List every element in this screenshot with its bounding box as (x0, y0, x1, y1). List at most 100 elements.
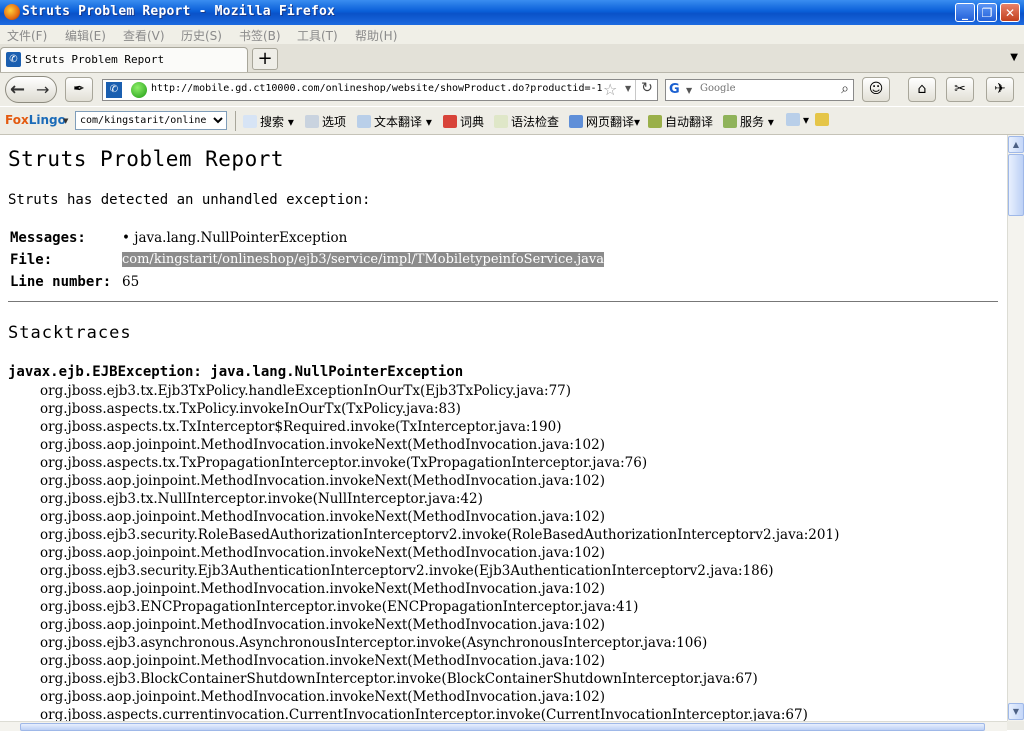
intro-text: Struts has detected an unhandled excepti… (8, 192, 371, 208)
foxlingo-key[interactable] (815, 113, 832, 127)
menu-edit[interactable]: 编辑(E) (65, 27, 106, 44)
key-icon (815, 113, 829, 126)
url-history-dropdown-icon[interactable]: ▼ (625, 84, 631, 93)
minimize-button[interactable]: _ (955, 3, 975, 22)
page-content: Struts Problem Report Struts has detecte… (0, 135, 1007, 721)
url-bar[interactable]: ✆ http://mobile.gd.ct10000.com/onlinesho… (102, 79, 658, 101)
bookmark-star-icon[interactable]: ☆ (603, 80, 617, 99)
stack-trace-line: org.jboss.aop.joinpoint.MethodInvocation… (40, 617, 605, 633)
scroll-up-icon[interactable]: ▲ (1008, 136, 1024, 153)
close-button[interactable]: ✕ (1000, 3, 1020, 22)
new-tab-button[interactable]: + (252, 48, 278, 70)
services-icon (723, 115, 737, 128)
stack-trace-line: org.jboss.ejb3.security.RoleBasedAuthori… (40, 527, 840, 543)
foxlingo-options[interactable]: 选项 (305, 113, 346, 130)
stack-trace-line: org.jboss.aspects.tx.TxPolicy.invokeInOu… (40, 401, 461, 417)
reload-icon[interactable]: ↻ (635, 80, 658, 100)
restore-button[interactable]: ❐ (977, 3, 997, 22)
foxlingo-dictionary[interactable]: 词典 (443, 113, 484, 130)
stack-trace-line: org.jboss.ejb3.ENCPropagationInterceptor… (40, 599, 639, 615)
dictionary-icon (443, 115, 457, 128)
foxlingo-text-translate[interactable]: 文本翻译 ▾ (357, 113, 432, 130)
navigation-bar: ← → ✒ ✆ http://mobile.gd.ct10000.com/onl… (0, 73, 1024, 106)
home-icon: ⌂ (917, 81, 927, 97)
tab-struts-problem-report[interactable]: ✆ Struts Problem Report (0, 47, 248, 72)
foxlingo-dropdown-icon[interactable]: ▼ (63, 117, 68, 125)
stack-trace-line: org.jboss.aspects.currentinvocation.Curr… (40, 707, 808, 721)
line-number-value: 65 (122, 274, 140, 290)
smiley-icon: ☺ (868, 81, 884, 97)
foxlingo-grammar-check[interactable]: 语法检查 (494, 113, 559, 130)
go-arrow-icon[interactable] (131, 82, 147, 98)
menu-tools[interactable]: 工具(T) (297, 27, 338, 44)
stack-trace-list: org.jboss.ejb3.tx.Ejb3TxPolicy.handleExc… (40, 382, 839, 721)
stack-trace-line: org.jboss.aop.joinpoint.MethodInvocation… (40, 509, 605, 525)
exception-line: javax.ejb.EJBException: java.lang.NullPo… (8, 364, 464, 380)
site-identity-icon[interactable]: ✆ (106, 82, 122, 98)
menu-file[interactable]: 文件(F) (7, 27, 47, 44)
vertical-scrollbar[interactable]: ▲ ▼ (1007, 135, 1024, 721)
google-icon[interactable]: G (669, 82, 680, 97)
home-button[interactable]: ⌂ (908, 77, 936, 102)
forward-arrow-icon[interactable]: → (36, 80, 49, 99)
search-icon[interactable]: ⌕ (841, 81, 849, 97)
tab-strip: ✆ Struts Problem Report + ▼ (0, 44, 1024, 73)
foxlingo-auto-translate[interactable]: 自动翻译 (648, 113, 713, 130)
back-forward-group: ← → (5, 76, 57, 103)
options-icon (305, 115, 319, 128)
stack-trace-line: org.jboss.ejb3.asynchronous.Asynchronous… (40, 635, 708, 651)
tab-label: Struts Problem Report (25, 53, 165, 66)
bird-addon-button[interactable]: ✈ (986, 77, 1014, 102)
foxlingo-translate-tool[interactable]: ▾ (786, 113, 809, 127)
stack-trace-line: org.jboss.ejb3.tx.NullInterceptor.invoke… (40, 491, 483, 507)
search-input[interactable] (698, 82, 832, 95)
scroll-down-icon[interactable]: ▼ (1008, 703, 1024, 720)
messages-value: • java.lang.NullPointerException (122, 230, 348, 246)
search-icon (243, 115, 257, 128)
stack-trace-line: org.jboss.aop.joinpoint.MethodInvocation… (40, 581, 605, 597)
addon-button[interactable]: ✒ (65, 77, 93, 102)
foxlingo-search[interactable]: 搜索 ▾ (243, 113, 294, 130)
scrollbar-corner (1007, 721, 1024, 730)
menu-view[interactable]: 查看(V) (123, 27, 165, 44)
feather-icon: ✒ (73, 81, 85, 97)
stack-trace-line: org.jboss.aop.joinpoint.MethodInvocation… (40, 653, 605, 669)
menu-help[interactable]: 帮助(H) (355, 27, 397, 44)
text-icon (357, 115, 371, 128)
foxlingo-toolbar: FoxLingo ▼ com/kingstarit/online 搜索 ▾ 选项… (0, 107, 1024, 135)
foxlingo-page-translate[interactable]: 网页翻译▾ (569, 113, 640, 130)
stacktraces-heading: Stacktraces (8, 323, 132, 343)
menu-history[interactable]: 历史(S) (181, 27, 222, 44)
file-value: com/kingstarit/onlineshop/ejb3/service/i… (122, 252, 604, 267)
toolbar-divider (235, 111, 236, 131)
menu-bookmarks[interactable]: 书签(B) (239, 27, 281, 44)
translate-tool-icon (786, 113, 800, 126)
scroll-thumb[interactable] (1008, 154, 1024, 216)
page-translate-icon (569, 115, 583, 128)
stack-trace-line: org.jboss.ejb3.security.Ejb3Authenticati… (40, 563, 774, 579)
foxlingo-logo[interactable]: FoxLingo (5, 113, 66, 127)
window-title-bar[interactable]: Struts Problem Report - Mozilla Firefox … (0, 0, 1024, 25)
search-engine-dropdown-icon[interactable]: ▼ (686, 86, 692, 95)
stack-trace-line: org.jboss.aspects.tx.TxInterceptor$Requi… (40, 419, 562, 435)
foxlingo-services[interactable]: 服务 ▾ (723, 113, 774, 130)
stack-trace-line: org.jboss.ejb3.tx.Ejb3TxPolicy.handleExc… (40, 383, 572, 399)
search-bar[interactable]: G ▼ ⌕ (665, 79, 854, 101)
stack-trace-line: org.jboss.aop.joinpoint.MethodInvocation… (40, 545, 605, 561)
url-text[interactable]: http://mobile.gd.ct10000.com/onlineshop/… (151, 83, 611, 94)
stack-trace-line: org.jboss.aop.joinpoint.MethodInvocation… (40, 437, 605, 453)
menu-bar: 文件(F) 编辑(E) 查看(V) 历史(S) 书签(B) 工具(T) 帮助(H… (0, 25, 1024, 44)
file-label: File: (10, 252, 53, 268)
stack-trace-line: org.jboss.aop.joinpoint.MethodInvocation… (40, 689, 605, 705)
smiley-addon-button[interactable]: ☺ (862, 77, 890, 102)
back-arrow-icon[interactable]: ← (10, 79, 25, 100)
foxlingo-text-select[interactable]: com/kingstarit/online (75, 111, 227, 130)
site-favicon-icon: ✆ (6, 52, 21, 67)
window-title: Struts Problem Report - Mozilla Firefox (22, 4, 336, 19)
scissors-icon: ✂ (954, 81, 966, 97)
abc-icon (494, 115, 508, 128)
screenshot-button[interactable]: ✂ (946, 77, 974, 102)
stack-trace-line: org.jboss.ejb3.BlockContainerShutdownInt… (40, 671, 758, 687)
stack-trace-line: org.jboss.aop.joinpoint.MethodInvocation… (40, 473, 605, 489)
tab-list-arrow-icon[interactable]: ▼ (1010, 52, 1018, 63)
